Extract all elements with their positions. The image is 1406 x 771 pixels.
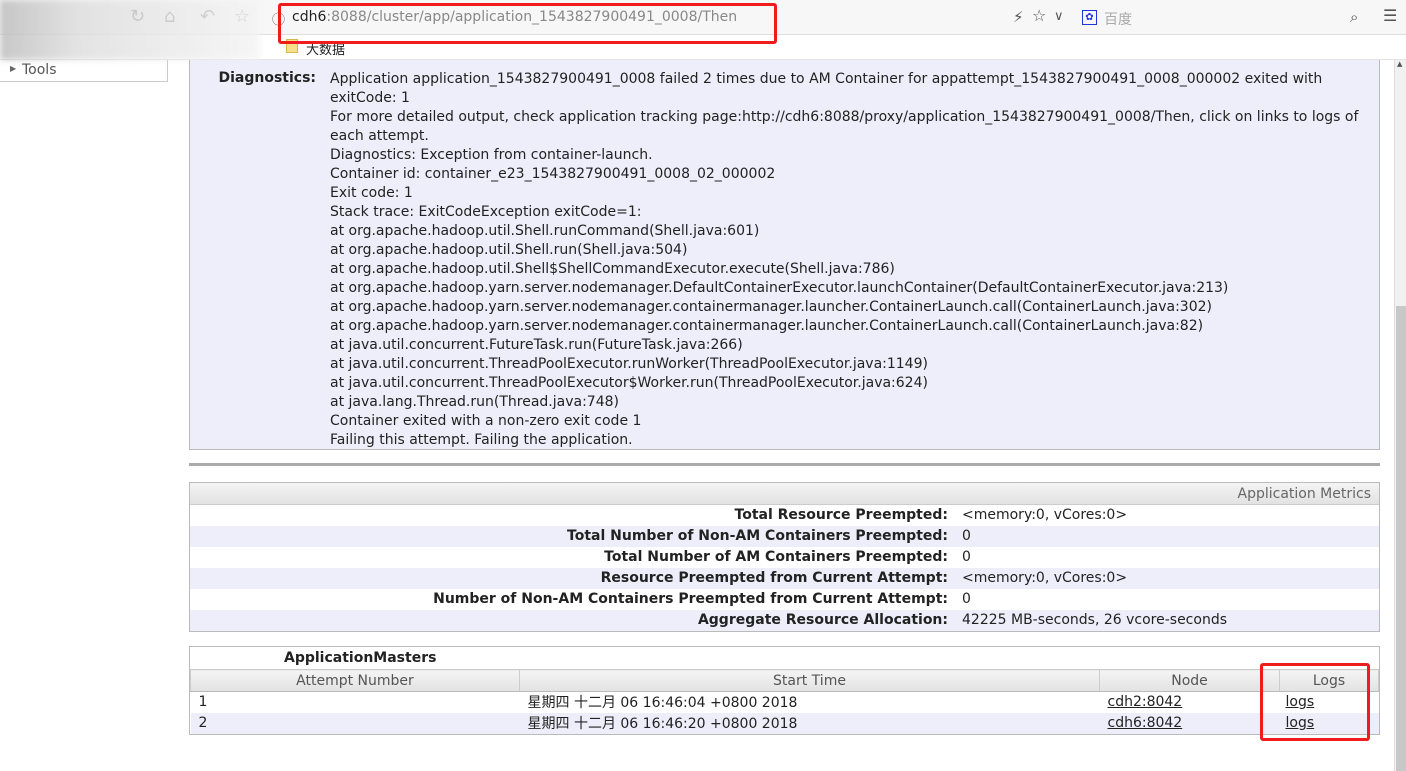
diagnostics-text: Application application_1543827900491_00… [330, 71, 1359, 448]
metrics-row: Resource Preempted from Current Attempt:… [190, 568, 1379, 589]
node-link[interactable]: cdh6:8042 [1108, 715, 1183, 731]
metric-label: Resource Preempted from Current Attempt: [600, 570, 948, 586]
triangle-right-icon: ▶ [10, 64, 17, 73]
scrollbar[interactable]: ▲ [1394, 60, 1406, 771]
node-link[interactable]: cdh2:8042 [1108, 694, 1183, 710]
chevron-down-icon[interactable]: ∨ [1054, 9, 1064, 24]
diagnostics-label: Diagnostics: [218, 70, 316, 86]
metric-label: Total Number of Non-AM Containers Preemp… [567, 528, 948, 544]
metric-label: Aggregate Resource Allocation: [697, 612, 948, 628]
metrics-row: Total Resource Preempted: <memory:0, vCor… [190, 505, 1379, 526]
divider [189, 463, 1380, 466]
diagnostics-panel: Diagnostics: Application application_154… [189, 60, 1380, 450]
metrics-row: Number of Non-AM Containers Preempted fr… [190, 589, 1379, 610]
annotation-box-url [278, 3, 777, 44]
start-time: 星期四 十二月 06 16:46:04 +0800 2018 [527, 695, 798, 712]
sidebar-tools-label: Tools [22, 62, 57, 78]
metric-value: 0 [962, 549, 971, 565]
attempt-number: 2 [190, 712, 520, 734]
metric-value: 0 [962, 591, 971, 607]
metric-value: <memory:0, vCores:0> [962, 570, 1128, 586]
sidebar-tools[interactable]: ▶ Tools [0, 60, 168, 82]
scrollbar-thumb[interactable] [1396, 306, 1406, 771]
column-header-node[interactable]: Node [1099, 669, 1280, 692]
annotation-box-logs [1260, 663, 1370, 741]
metrics-title: Application Metrics [190, 483, 1379, 505]
metrics-row: Total Number of Non-AM Containers Preemp… [190, 526, 1379, 547]
blurred-tabs [0, 0, 260, 60]
star-icon[interactable]: ☆ [1032, 6, 1046, 25]
column-header-attempt[interactable]: Attempt Number [190, 669, 520, 692]
am-title: ApplicationMasters [284, 650, 437, 666]
metric-value: 42225 MB-seconds, 26 vcore-seconds [962, 612, 1227, 628]
metric-label: Total Resource Preempted: [734, 507, 948, 523]
search-engine-label[interactable]: 百度 [1104, 9, 1132, 29]
application-metrics-table: Application Metrics Total Resource Preem… [189, 482, 1380, 632]
application-masters-table: ApplicationMasters Attempt Number Start … [189, 646, 1380, 735]
table-row: 2 星期四 十二月 06 16:46:20 +0800 2018 cdh6:80… [190, 712, 1379, 734]
lightning-icon[interactable]: ⚡ [1013, 8, 1024, 26]
table-row: 1 星期四 十二月 06 16:46:04 +0800 2018 cdh2:80… [191, 692, 1379, 713]
metric-label: Number of Non-AM Containers Preempted fr… [433, 591, 948, 607]
menu-icon[interactable]: ☰ [1383, 6, 1397, 25]
metric-value: 0 [962, 528, 971, 544]
search-icon[interactable]: ⌕ [1350, 8, 1358, 26]
column-header-start-time[interactable]: Start Time [519, 669, 1100, 692]
start-time: 星期四 十二月 06 16:46:20 +0800 2018 [519, 712, 1100, 734]
baidu-icon: ✿ [1082, 10, 1097, 25]
scroll-up-icon[interactable]: ▲ [1397, 60, 1402, 68]
metric-label: Total Number of AM Containers Preempted: [604, 549, 948, 565]
attempt-number: 1 [198, 694, 208, 711]
metrics-row: Total Number of AM Containers Preempted:… [190, 547, 1379, 568]
metric-value: <memory:0, vCores:0> [962, 507, 1128, 523]
metrics-row: Aggregate Resource Allocation: 42225 MB-s… [190, 610, 1379, 631]
